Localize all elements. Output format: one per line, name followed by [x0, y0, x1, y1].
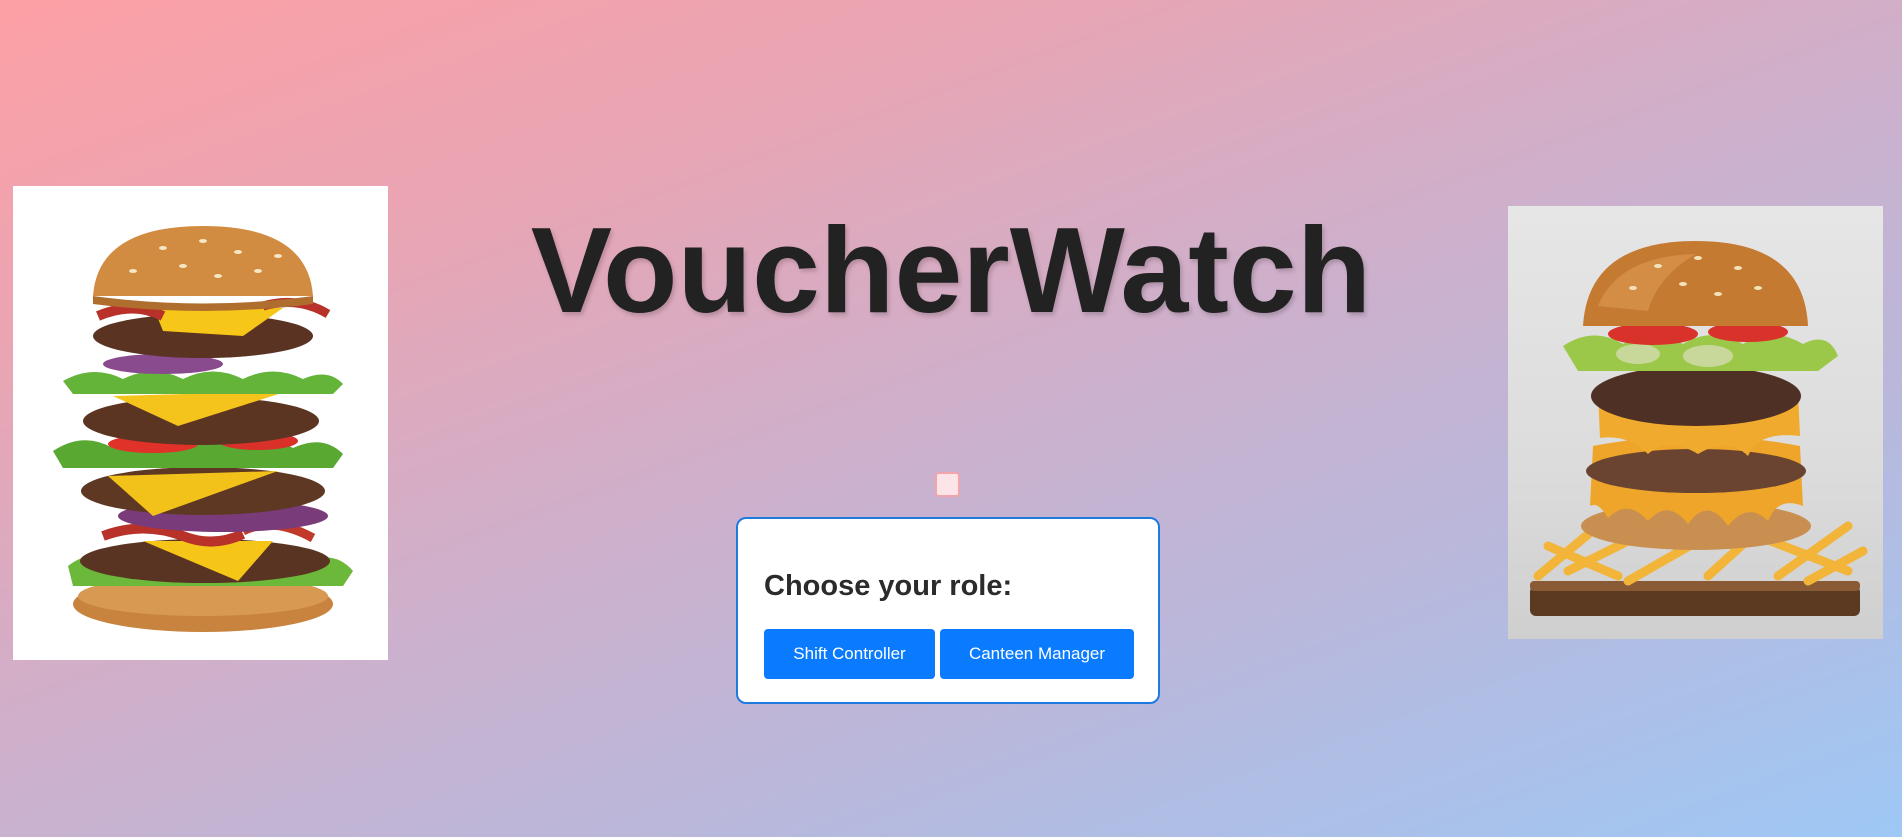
shift-controller-button[interactable]: Shift Controller — [764, 629, 935, 679]
role-selection-card: Choose your role: Shift Controller Cante… — [736, 517, 1160, 704]
decorative-square-icon — [935, 472, 960, 497]
canteen-manager-button[interactable]: Canteen Manager — [940, 629, 1134, 679]
page-title: VoucherWatch — [530, 202, 1372, 338]
role-heading: Choose your role: — [764, 570, 1013, 602]
